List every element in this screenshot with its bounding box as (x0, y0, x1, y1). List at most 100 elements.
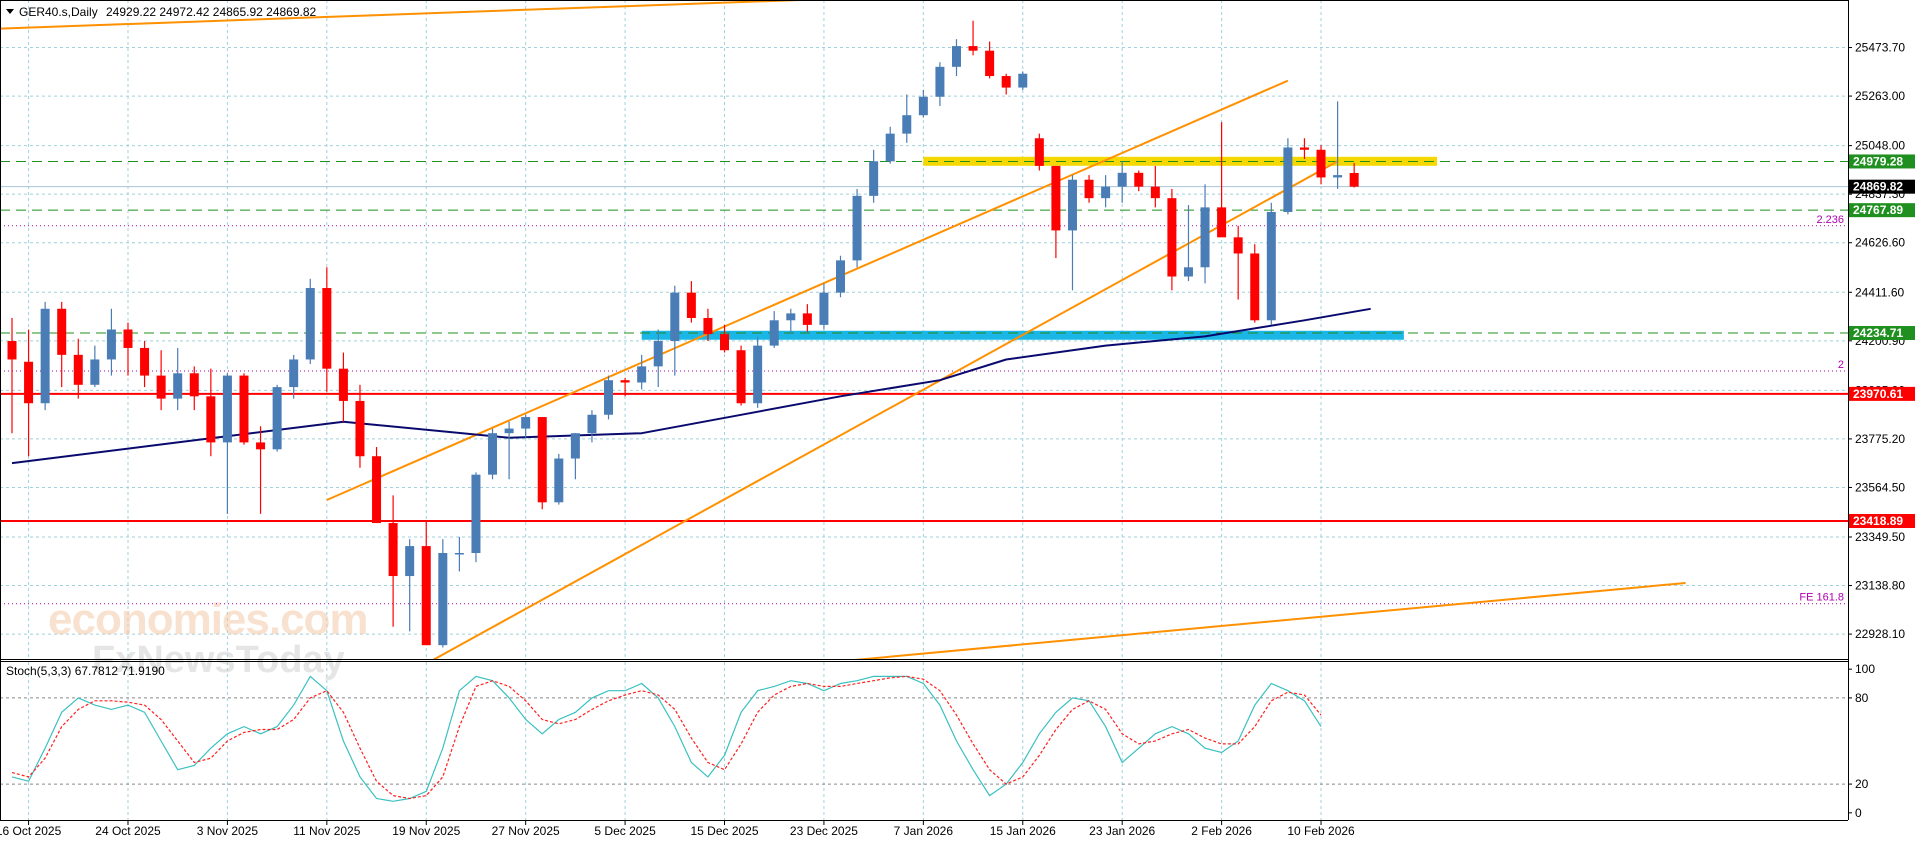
bull-candle[interactable] (1018, 71, 1028, 90)
price-tick-label: 23564.50 (1855, 480, 1905, 494)
candle-body (40, 308, 50, 404)
price-tick-label: 24626.60 (1855, 236, 1905, 250)
candle-body (1183, 267, 1193, 277)
price-tick-label: 24411.60 (1855, 285, 1904, 299)
time-tick-label: 10 Feb 2026 (1287, 824, 1355, 838)
candle-body (173, 373, 183, 399)
candle-body (1200, 207, 1210, 268)
bull-candle[interactable] (488, 428, 498, 480)
candle-body (968, 46, 978, 51)
candle-body (106, 329, 116, 360)
price-tick-label: 25048.00 (1855, 139, 1905, 153)
candle-body (372, 456, 382, 524)
candle-body (554, 458, 564, 503)
candle-body (272, 387, 282, 450)
bull-candle[interactable] (305, 278, 315, 365)
bull-candle[interactable] (272, 384, 282, 452)
candle-body (1101, 186, 1111, 199)
candle-body (206, 396, 216, 443)
stoch-tick-label: 0 (1855, 806, 1862, 820)
candle-body (438, 553, 448, 646)
stoch-label: Stoch(5,3,3) 67.7812 71.9190 (6, 664, 165, 678)
candle-body (1333, 175, 1343, 178)
watermark-economies: economies.com (48, 595, 368, 644)
candle-body (819, 292, 829, 325)
time-tick-label: 16 Oct 2025 (0, 824, 62, 838)
time-tick-label: 11 Nov 2025 (293, 824, 360, 838)
candle-body (289, 359, 299, 388)
price-tick-label: 25473.70 (1855, 41, 1905, 55)
candle-body (537, 417, 547, 503)
bear-candle[interactable] (736, 345, 746, 406)
level-label: 23970.61 (1853, 387, 1903, 401)
candle-body (1299, 147, 1309, 150)
candle-body (1283, 147, 1293, 212)
bull-candle[interactable] (554, 453, 564, 505)
time-tick-label: 15 Dec 2025 (690, 824, 758, 838)
candle-body (140, 347, 150, 376)
bull-candle[interactable] (40, 301, 50, 411)
bull-candle[interactable] (753, 336, 763, 408)
candle-body (90, 359, 100, 385)
candle-body (786, 313, 796, 321)
price-tick-label: 23775.20 (1855, 432, 1905, 446)
candle-body (1018, 73, 1028, 88)
candle-body (305, 288, 315, 360)
candle-body (587, 414, 597, 434)
candle-body (504, 428, 514, 434)
candle-body (189, 373, 199, 397)
candle-body (1001, 76, 1011, 88)
price-tick-label: 23349.50 (1855, 530, 1905, 544)
bull-candle[interactable] (471, 472, 481, 563)
candle-body (1034, 138, 1044, 166)
candle-body (620, 380, 630, 383)
price-tick-label: 23138.80 (1855, 579, 1905, 593)
bear-candle[interactable] (1250, 244, 1260, 323)
candle-body (836, 260, 845, 293)
bear-candle[interactable] (1167, 188, 1177, 291)
candle-body (1349, 172, 1359, 187)
bear-candle[interactable] (372, 447, 382, 524)
candle-body (736, 350, 746, 404)
candle-body (852, 195, 862, 261)
time-tick-label: 3 Nov 2025 (197, 824, 259, 838)
fibonacci-label: 2 (1838, 359, 1844, 371)
candle-body (637, 366, 647, 383)
candle-body (753, 345, 763, 404)
candle-body (1316, 149, 1326, 178)
fibonacci-label: 2.236 (1816, 214, 1844, 226)
bull-candle[interactable] (438, 539, 448, 648)
candle-body (1134, 172, 1144, 187)
candle-body (73, 354, 83, 385)
bear-candle[interactable] (1034, 133, 1044, 171)
candle-body (1217, 207, 1227, 238)
bull-candle[interactable] (836, 255, 845, 298)
chart-window[interactable]: economies.com FxNewsToday 25473.70 25263.… (0, 0, 1916, 840)
candle-body (57, 308, 67, 355)
candle-body (1250, 253, 1260, 321)
bull-candle[interactable] (604, 375, 614, 420)
bull-candle[interactable] (852, 188, 862, 268)
chart-canvas[interactable]: economies.com FxNewsToday 25473.7025263.… (0, 0, 1916, 840)
price-tick-label: 25263.00 (1855, 89, 1905, 103)
level-label: 24767.89 (1853, 203, 1903, 217)
bear-candle[interactable] (537, 417, 547, 510)
candle-body (653, 341, 663, 367)
bull-candle[interactable] (1266, 202, 1276, 325)
candle-body (604, 380, 614, 415)
candle-body (355, 400, 365, 457)
candle-body (869, 161, 879, 196)
candle-body (1117, 172, 1127, 187)
time-tick-label: 23 Dec 2025 (790, 824, 858, 838)
candle-body (885, 133, 895, 162)
candle-body (935, 66, 945, 97)
level-label: 23418.89 (1853, 514, 1903, 528)
candle-body (338, 368, 348, 401)
bear-candle[interactable] (239, 373, 249, 445)
candle-body (1233, 237, 1243, 254)
stoch-tick-label: 20 (1855, 777, 1869, 791)
candle-body (1167, 198, 1177, 277)
bull-candle[interactable] (1283, 138, 1293, 215)
candle-body (769, 320, 779, 346)
candle-body (388, 523, 398, 577)
